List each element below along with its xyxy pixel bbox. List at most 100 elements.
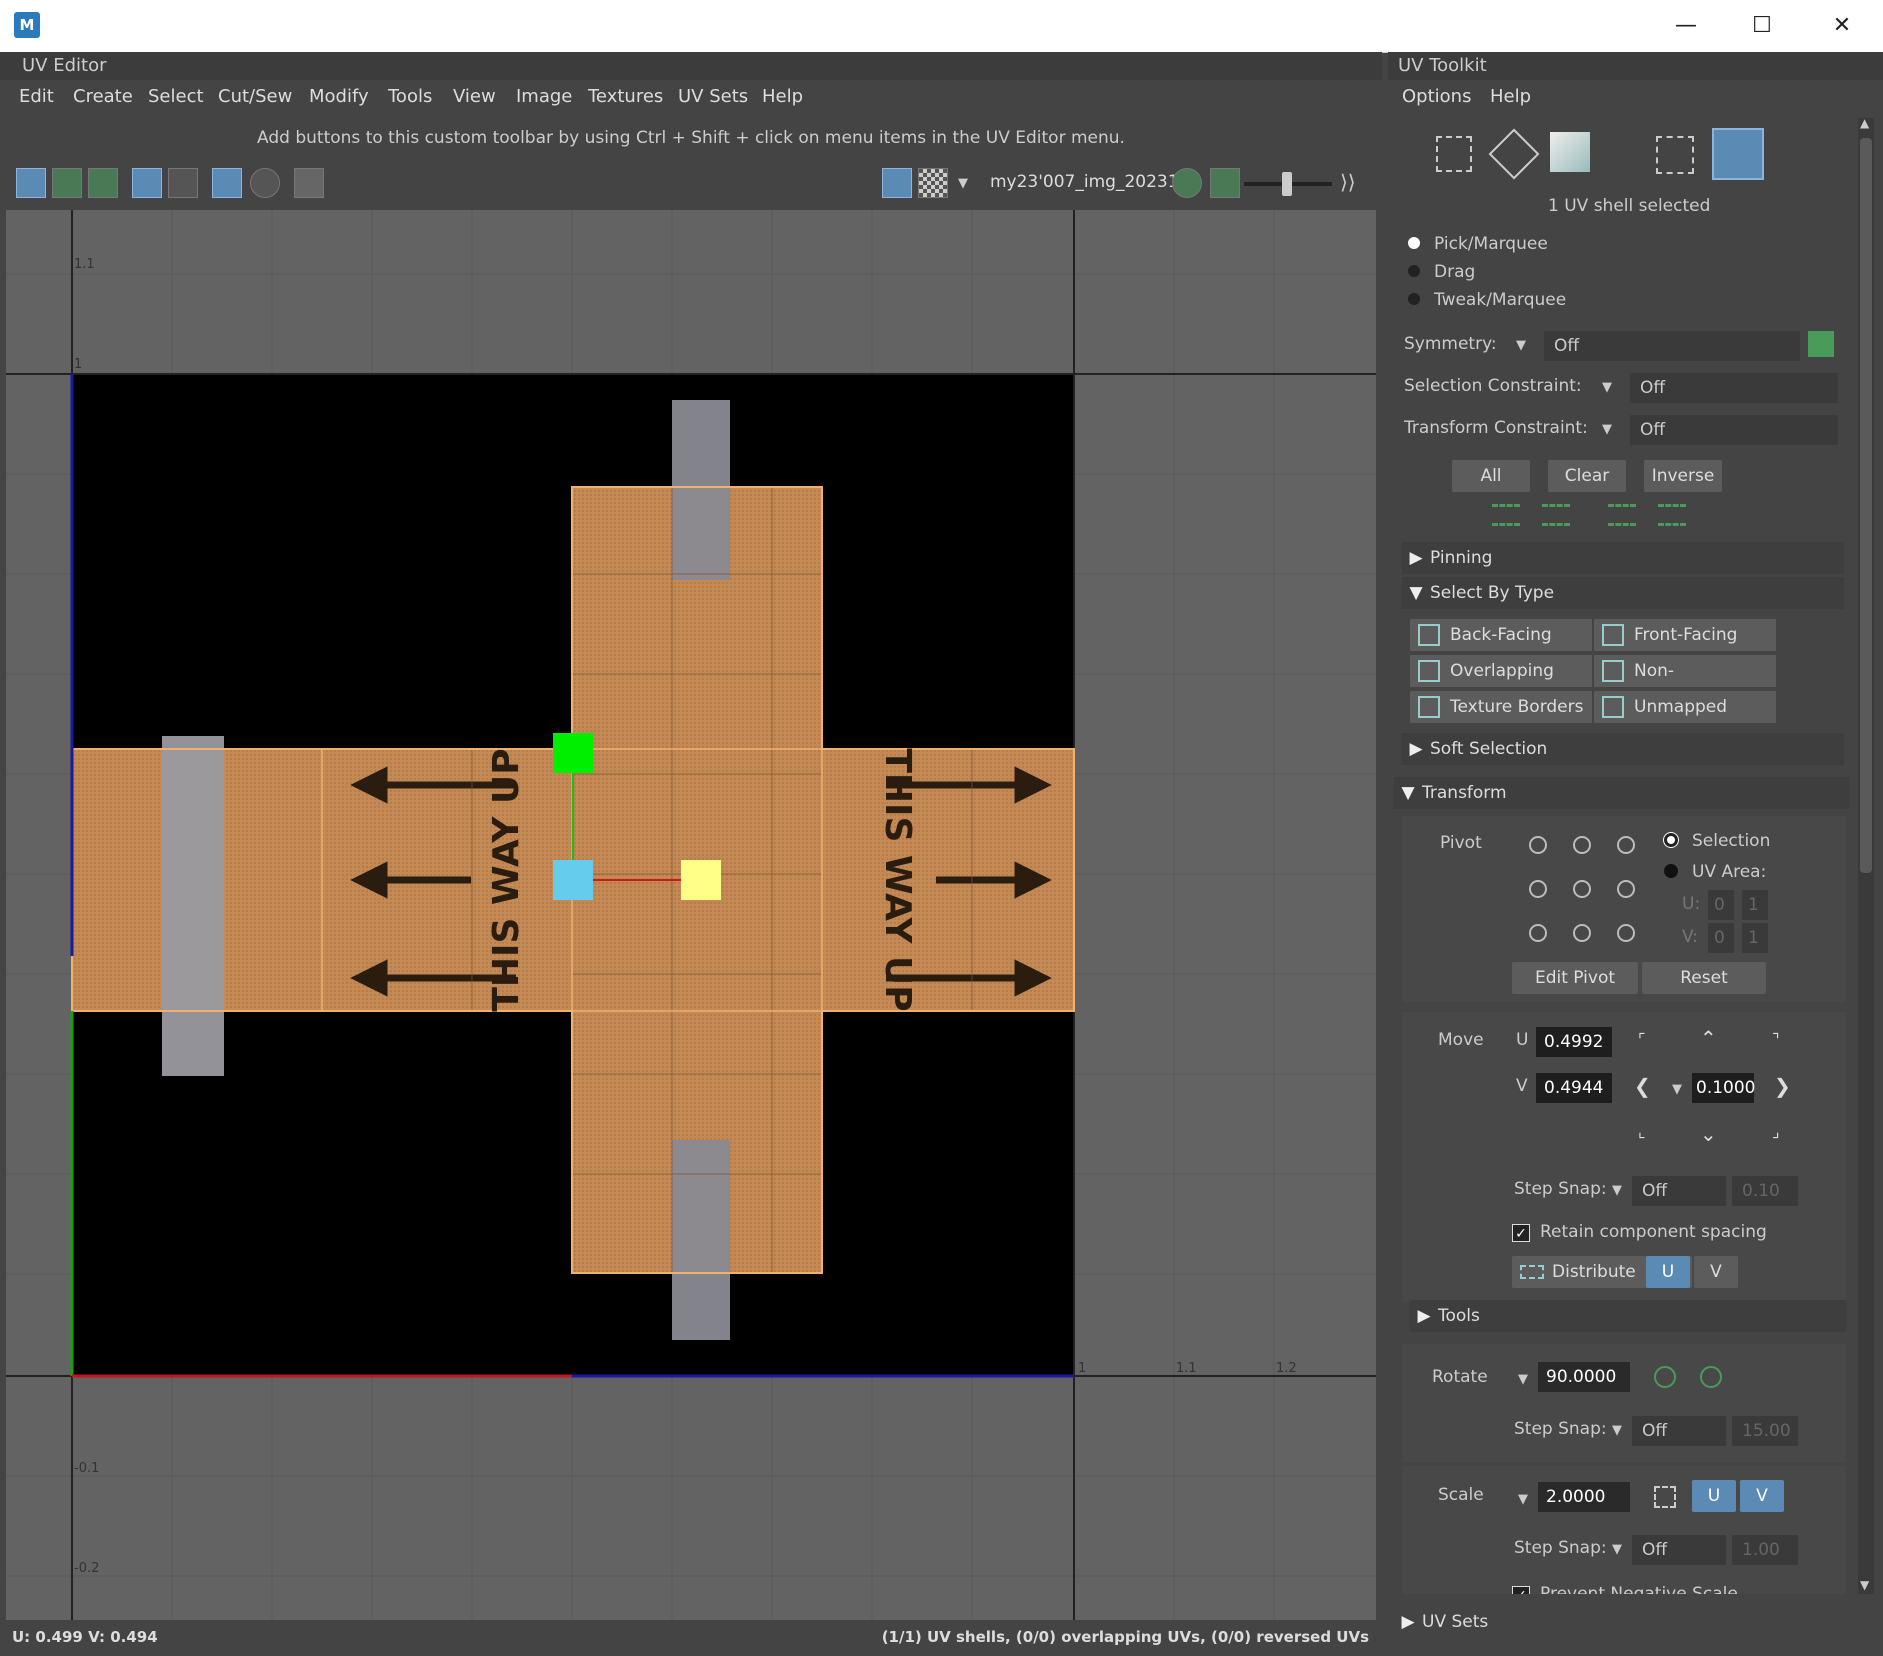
move-down-icon[interactable]: ⌄ bbox=[1700, 1122, 1717, 1146]
move-right-icon[interactable]: ❯ bbox=[1774, 1074, 1791, 1098]
pivot-bottom-right-radio[interactable] bbox=[1617, 924, 1635, 942]
move-v-input[interactable]: 0.4944 bbox=[1536, 1073, 1612, 1103]
exposure-slider-handle[interactable] bbox=[1282, 172, 1292, 196]
menu-cut-sew[interactable]: Cut/Sew bbox=[218, 80, 292, 114]
move-u-handle[interactable] bbox=[681, 860, 721, 900]
rotate-ccw-icon[interactable] bbox=[1654, 1366, 1676, 1388]
tweak-marquee-radio[interactable] bbox=[1408, 293, 1420, 305]
scale-uniform-icon[interactable] bbox=[1654, 1486, 1676, 1508]
display-image-icon[interactable] bbox=[882, 168, 912, 198]
tools-section-header[interactable]: ▶ Tools bbox=[1410, 1300, 1846, 1332]
select-all-button[interactable]: All bbox=[1452, 460, 1530, 492]
select-loop-icon[interactable] bbox=[1658, 504, 1686, 526]
transform-constraint-arrow-icon[interactable]: ▼ bbox=[1602, 422, 1612, 437]
move-step-snap-arrow-icon[interactable]: ▼ bbox=[1612, 1183, 1622, 1198]
maximize-button[interactable]: ☐ bbox=[1724, 0, 1800, 52]
texture-borders-button[interactable]: Texture Borders bbox=[1410, 691, 1592, 723]
move-up-right-icon[interactable]: ⌝ bbox=[1772, 1030, 1780, 1049]
pivot-top-center-radio[interactable] bbox=[1573, 836, 1591, 854]
face-mode-icon[interactable] bbox=[1550, 132, 1590, 172]
checker-dropdown-arrow-icon[interactable]: ▼ bbox=[958, 176, 968, 191]
shrink-selection-icon[interactable] bbox=[1492, 504, 1520, 526]
pick-marquee-label[interactable]: Pick/Marquee bbox=[1434, 234, 1548, 254]
move-down-left-icon[interactable]: ⌞ bbox=[1638, 1122, 1646, 1141]
menu-create[interactable]: Create bbox=[73, 80, 133, 114]
move-v-handle[interactable] bbox=[553, 733, 593, 773]
rotate-step-snap-arrow-icon[interactable]: ▼ bbox=[1612, 1423, 1622, 1438]
checker-icon[interactable] bbox=[918, 168, 948, 198]
retain-spacing-checkbox[interactable]: ✓ bbox=[1512, 1224, 1530, 1242]
symmetry-select[interactable]: Off bbox=[1544, 331, 1800, 361]
pivot-bottom-left-radio[interactable] bbox=[1529, 924, 1547, 942]
uv-viewport[interactable]: THIS WAY UP THIS WAY UP 1.1 1 1 1.1 1.2 … bbox=[6, 210, 1376, 1620]
scale-step-snap-select[interactable]: Off bbox=[1632, 1535, 1726, 1565]
transform-constraint-select[interactable]: Off bbox=[1630, 415, 1838, 445]
drag-radio[interactable] bbox=[1408, 265, 1420, 277]
distribute-u-button[interactable]: U bbox=[1646, 1256, 1690, 1288]
back-facing-button[interactable]: Back-Facing bbox=[1410, 619, 1592, 651]
pinning-section-header[interactable]: ▶ Pinning bbox=[1402, 542, 1844, 574]
non-overlapping-button[interactable]: Non-Overlapping bbox=[1594, 655, 1776, 713]
move-up-icon[interactable]: ⌃ bbox=[1700, 1026, 1717, 1050]
toolbar-collapse-icon[interactable]: ⟩⟩ bbox=[1340, 170, 1356, 194]
pivot-selection-radio[interactable] bbox=[1664, 833, 1678, 847]
rotate-cw-icon[interactable] bbox=[1700, 1366, 1722, 1388]
pivot-middle-right-radio[interactable] bbox=[1617, 880, 1635, 898]
uv-shell-mode-icon[interactable] bbox=[1712, 128, 1764, 180]
menu-textures[interactable]: Textures bbox=[588, 80, 663, 114]
select-by-type-section-header[interactable]: ▼ Select By Type bbox=[1402, 577, 1844, 609]
scale-u-button[interactable]: U bbox=[1692, 1480, 1736, 1512]
move-center-handle[interactable] bbox=[553, 860, 593, 900]
close-button[interactable]: ✕ bbox=[1804, 0, 1880, 52]
tweak-marquee-label[interactable]: Tweak/Marquee bbox=[1434, 290, 1566, 310]
reset-pivot-button[interactable]: Reset bbox=[1642, 962, 1766, 994]
uv-layout-icon[interactable] bbox=[16, 168, 46, 198]
toolkit-menu-help[interactable]: Help bbox=[1490, 86, 1531, 107]
scale-step-snap-arrow-icon[interactable]: ▼ bbox=[1612, 1542, 1622, 1557]
menu-modify[interactable]: Modify bbox=[309, 80, 369, 114]
uv-frame-icon[interactable] bbox=[132, 168, 162, 198]
scale-input[interactable]: 2.0000 bbox=[1538, 1482, 1630, 1512]
selection-constraint-select[interactable]: Off bbox=[1630, 373, 1838, 403]
move-down-right-icon[interactable]: ⌟ bbox=[1772, 1122, 1780, 1141]
selection-constraint-arrow-icon[interactable]: ▼ bbox=[1602, 380, 1612, 395]
front-facing-button[interactable]: Front-Facing bbox=[1594, 619, 1776, 651]
pivot-center-radio[interactable] bbox=[1573, 880, 1591, 898]
rgb-channels-icon[interactable] bbox=[1172, 168, 1202, 198]
move-step-input[interactable]: 0.1000 bbox=[1692, 1073, 1755, 1103]
rotate-dropdown-icon[interactable]: ▼ bbox=[1518, 1372, 1528, 1387]
clear-button[interactable]: Clear bbox=[1548, 460, 1626, 492]
grid-toggle-icon[interactable] bbox=[212, 168, 242, 198]
scale-v-button[interactable]: V bbox=[1740, 1480, 1784, 1512]
symmetry-dropdown-arrow-icon[interactable]: ▼ bbox=[1516, 338, 1526, 353]
move-step-dropdown-icon[interactable]: ▼ bbox=[1672, 1082, 1682, 1097]
scale-dropdown-icon[interactable]: ▼ bbox=[1518, 1492, 1528, 1507]
overlapping-button[interactable]: Overlapping bbox=[1410, 655, 1592, 687]
edit-pivot-button[interactable]: Edit Pivot bbox=[1512, 962, 1638, 994]
uv-grid-green-icon[interactable] bbox=[52, 168, 82, 198]
rotate-input[interactable]: 90.0000 bbox=[1538, 1362, 1630, 1392]
uv-sets-section-header[interactable]: ▶ UV Sets bbox=[1394, 1606, 1850, 1638]
snapshot-camera-icon[interactable] bbox=[294, 168, 324, 198]
shaded-toggle-icon[interactable] bbox=[250, 168, 280, 198]
pick-marquee-radio[interactable] bbox=[1408, 237, 1420, 249]
move-u-input[interactable]: 0.4992 bbox=[1536, 1027, 1612, 1057]
inverse-button[interactable]: Inverse bbox=[1644, 460, 1722, 492]
uv-frame-alt-icon[interactable] bbox=[168, 168, 198, 198]
transform-section-header[interactable]: ▼ Transform bbox=[1394, 777, 1850, 809]
pivot-top-right-radio[interactable] bbox=[1617, 836, 1635, 854]
vertex-mode-icon[interactable] bbox=[1436, 136, 1472, 172]
toolkit-menu-options[interactable]: Options bbox=[1402, 86, 1471, 107]
grow-selection-icon[interactable] bbox=[1542, 504, 1570, 526]
menu-edit[interactable]: Edit bbox=[19, 80, 54, 114]
menu-select[interactable]: Select bbox=[148, 80, 204, 114]
uv-shell-green-icon[interactable] bbox=[88, 168, 118, 198]
image-ratio-icon[interactable] bbox=[1210, 168, 1240, 198]
pivot-uv-area-radio[interactable] bbox=[1664, 864, 1678, 878]
scroll-up-icon[interactable]: ▲ bbox=[1860, 116, 1869, 130]
menu-image[interactable]: Image bbox=[516, 80, 572, 114]
uv-mode-icon[interactable] bbox=[1656, 136, 1694, 174]
pivot-bottom-center-radio[interactable] bbox=[1573, 924, 1591, 942]
minimize-button[interactable]: — bbox=[1648, 0, 1724, 52]
drag-label[interactable]: Drag bbox=[1434, 262, 1475, 282]
